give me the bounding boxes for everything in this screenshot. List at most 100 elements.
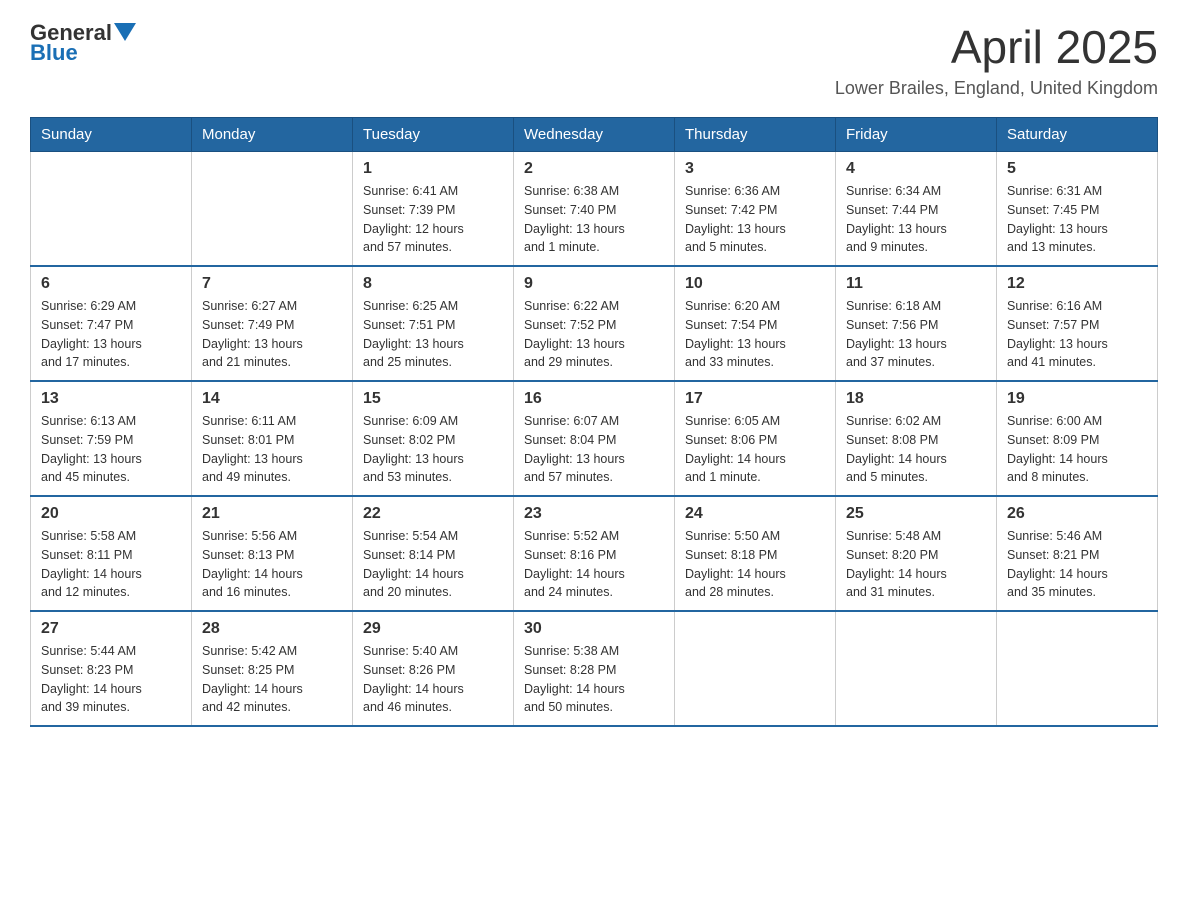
calendar-cell: 23Sunrise: 5:52 AMSunset: 8:16 PMDayligh… bbox=[514, 496, 675, 611]
logo: General Blue bbox=[30, 20, 136, 66]
day-number: 19 bbox=[1007, 390, 1147, 408]
day-number: 29 bbox=[363, 620, 503, 638]
header-friday: Friday bbox=[836, 118, 997, 152]
calendar-cell: 13 Sunrise: 6:13 AMSunset: 7:59 PMDayligh… bbox=[31, 381, 192, 496]
day-info: Sunrise: 6:09 AMSunset: 8:02 PMDaylight:… bbox=[363, 412, 503, 487]
day-number: 22 bbox=[363, 505, 503, 523]
day-number: 17 bbox=[685, 390, 825, 408]
calendar-cell bbox=[997, 611, 1158, 726]
day-number: 7 bbox=[202, 275, 342, 293]
calendar-cell bbox=[836, 611, 997, 726]
page-title: April 2025 bbox=[835, 20, 1158, 74]
calendar-cell: 28 Sunrise: 5:42 AMSunset: 8:25 PMDayligh… bbox=[192, 611, 353, 726]
day-info: Sunrise: 5:58 AMSunset: 8:11 PMDaylight:… bbox=[41, 527, 181, 602]
day-info: Sunrise: 6:11 AMSunset: 8:01 PMDaylight:… bbox=[202, 412, 342, 487]
header-thursday: Thursday bbox=[675, 118, 836, 152]
title-block: April 2025 Lower Brailes, England, Unite… bbox=[835, 20, 1158, 99]
calendar-cell: 7 Sunrise: 6:27 AMSunset: 7:49 PMDaylight… bbox=[192, 266, 353, 381]
day-number: 1 bbox=[363, 160, 503, 178]
calendar-cell: 26 Sunrise: 5:46 AMSunset: 8:21 PMDayligh… bbox=[997, 496, 1158, 611]
calendar-cell: 27Sunrise: 5:44 AMSunset: 8:23 PMDayligh… bbox=[31, 611, 192, 726]
day-number: 28 bbox=[202, 620, 342, 638]
day-number: 30 bbox=[524, 620, 664, 638]
day-info: Sunrise: 6:27 AMSunset: 7:49 PMDaylight:… bbox=[202, 297, 342, 372]
calendar-cell: 21 Sunrise: 5:56 AMSunset: 8:13 PMDayligh… bbox=[192, 496, 353, 611]
calendar-cell: 16 Sunrise: 6:07 AMSunset: 8:04 PMDayligh… bbox=[514, 381, 675, 496]
calendar-cell: 5 Sunrise: 6:31 AMSunset: 7:45 PMDaylight… bbox=[997, 152, 1158, 267]
calendar-cell: 29Sunrise: 5:40 AMSunset: 8:26 PMDayligh… bbox=[353, 611, 514, 726]
day-info: Sunrise: 6:36 AMSunset: 7:42 PMDaylight:… bbox=[685, 182, 825, 257]
day-number: 9 bbox=[524, 275, 664, 293]
day-number: 25 bbox=[846, 505, 986, 523]
logo-triangle-icon bbox=[114, 23, 136, 45]
day-number: 5 bbox=[1007, 160, 1147, 178]
day-info: Sunrise: 5:44 AMSunset: 8:23 PMDaylight:… bbox=[41, 642, 181, 717]
calendar-cell bbox=[675, 611, 836, 726]
calendar-cell: 10 Sunrise: 6:20 AMSunset: 7:54 PMDayligh… bbox=[675, 266, 836, 381]
calendar-week-row: 6 Sunrise: 6:29 AMSunset: 7:47 PMDaylight… bbox=[31, 266, 1158, 381]
logo-blue-text: Blue bbox=[30, 40, 78, 66]
calendar-cell: 17 Sunrise: 6:05 AMSunset: 8:06 PMDayligh… bbox=[675, 381, 836, 496]
day-number: 12 bbox=[1007, 275, 1147, 293]
header-tuesday: Tuesday bbox=[353, 118, 514, 152]
calendar-cell: 9 Sunrise: 6:22 AMSunset: 7:52 PMDaylight… bbox=[514, 266, 675, 381]
calendar-cell: 6 Sunrise: 6:29 AMSunset: 7:47 PMDaylight… bbox=[31, 266, 192, 381]
day-info: Sunrise: 6:34 AMSunset: 7:44 PMDaylight:… bbox=[846, 182, 986, 257]
day-number: 6 bbox=[41, 275, 181, 293]
calendar-cell: 18 Sunrise: 6:02 AMSunset: 8:08 PMDayligh… bbox=[836, 381, 997, 496]
calendar-cell: 15 Sunrise: 6:09 AMSunset: 8:02 PMDayligh… bbox=[353, 381, 514, 496]
day-info: Sunrise: 6:29 AMSunset: 7:47 PMDaylight:… bbox=[41, 297, 181, 372]
day-info: Sunrise: 6:20 AMSunset: 7:54 PMDaylight:… bbox=[685, 297, 825, 372]
day-info: Sunrise: 6:31 AMSunset: 7:45 PMDaylight:… bbox=[1007, 182, 1147, 257]
calendar-header-row: SundayMondayTuesdayWednesdayThursdayFrid… bbox=[31, 118, 1158, 152]
day-info: Sunrise: 5:52 AMSunset: 8:16 PMDaylight:… bbox=[524, 527, 664, 602]
day-number: 13 bbox=[41, 390, 181, 408]
day-info: Sunrise: 6:13 AMSunset: 7:59 PMDaylight:… bbox=[41, 412, 181, 487]
calendar-week-row: 1 Sunrise: 6:41 AMSunset: 7:39 PMDaylight… bbox=[31, 152, 1158, 267]
header-saturday: Saturday bbox=[997, 118, 1158, 152]
day-info: Sunrise: 5:38 AMSunset: 8:28 PMDaylight:… bbox=[524, 642, 664, 717]
day-number: 15 bbox=[363, 390, 503, 408]
page-header: General Blue April 2025 Lower Brailes, E… bbox=[30, 20, 1158, 99]
day-info: Sunrise: 6:41 AMSunset: 7:39 PMDaylight:… bbox=[363, 182, 503, 257]
calendar-cell: 3 Sunrise: 6:36 AMSunset: 7:42 PMDaylight… bbox=[675, 152, 836, 267]
calendar-cell: 19 Sunrise: 6:00 AMSunset: 8:09 PMDayligh… bbox=[997, 381, 1158, 496]
calendar-week-row: 27Sunrise: 5:44 AMSunset: 8:23 PMDayligh… bbox=[31, 611, 1158, 726]
day-number: 10 bbox=[685, 275, 825, 293]
day-info: Sunrise: 5:42 AMSunset: 8:25 PMDaylight:… bbox=[202, 642, 342, 717]
day-number: 26 bbox=[1007, 505, 1147, 523]
day-info: Sunrise: 6:22 AMSunset: 7:52 PMDaylight:… bbox=[524, 297, 664, 372]
day-info: Sunrise: 6:07 AMSunset: 8:04 PMDaylight:… bbox=[524, 412, 664, 487]
day-number: 4 bbox=[846, 160, 986, 178]
day-info: Sunrise: 6:18 AMSunset: 7:56 PMDaylight:… bbox=[846, 297, 986, 372]
day-number: 8 bbox=[363, 275, 503, 293]
day-info: Sunrise: 5:56 AMSunset: 8:13 PMDaylight:… bbox=[202, 527, 342, 602]
day-info: Sunrise: 6:02 AMSunset: 8:08 PMDaylight:… bbox=[846, 412, 986, 487]
calendar-cell: 24Sunrise: 5:50 AMSunset: 8:18 PMDayligh… bbox=[675, 496, 836, 611]
day-number: 3 bbox=[685, 160, 825, 178]
day-info: Sunrise: 5:54 AMSunset: 8:14 PMDaylight:… bbox=[363, 527, 503, 602]
day-number: 11 bbox=[846, 275, 986, 293]
calendar-cell: 20 Sunrise: 5:58 AMSunset: 8:11 PMDayligh… bbox=[31, 496, 192, 611]
page-subtitle: Lower Brailes, England, United Kingdom bbox=[835, 78, 1158, 99]
day-info: Sunrise: 5:48 AMSunset: 8:20 PMDaylight:… bbox=[846, 527, 986, 602]
day-info: Sunrise: 6:16 AMSunset: 7:57 PMDaylight:… bbox=[1007, 297, 1147, 372]
day-info: Sunrise: 5:46 AMSunset: 8:21 PMDaylight:… bbox=[1007, 527, 1147, 602]
day-number: 14 bbox=[202, 390, 342, 408]
day-info: Sunrise: 6:05 AMSunset: 8:06 PMDaylight:… bbox=[685, 412, 825, 487]
day-number: 21 bbox=[202, 505, 342, 523]
header-wednesday: Wednesday bbox=[514, 118, 675, 152]
day-number: 20 bbox=[41, 505, 181, 523]
calendar-cell: 2Sunrise: 6:38 AMSunset: 7:40 PMDaylight… bbox=[514, 152, 675, 267]
day-number: 18 bbox=[846, 390, 986, 408]
day-info: Sunrise: 6:25 AMSunset: 7:51 PMDaylight:… bbox=[363, 297, 503, 372]
day-info: Sunrise: 6:38 AMSunset: 7:40 PMDaylight:… bbox=[524, 182, 664, 257]
calendar-cell: 4 Sunrise: 6:34 AMSunset: 7:44 PMDaylight… bbox=[836, 152, 997, 267]
calendar-cell: 11 Sunrise: 6:18 AMSunset: 7:56 PMDayligh… bbox=[836, 266, 997, 381]
calendar-cell: 22 Sunrise: 5:54 AMSunset: 8:14 PMDayligh… bbox=[353, 496, 514, 611]
header-monday: Monday bbox=[192, 118, 353, 152]
calendar-cell: 25 Sunrise: 5:48 AMSunset: 8:20 PMDayligh… bbox=[836, 496, 997, 611]
day-info: Sunrise: 6:00 AMSunset: 8:09 PMDaylight:… bbox=[1007, 412, 1147, 487]
day-number: 16 bbox=[524, 390, 664, 408]
calendar-table: SundayMondayTuesdayWednesdayThursdayFrid… bbox=[30, 117, 1158, 727]
